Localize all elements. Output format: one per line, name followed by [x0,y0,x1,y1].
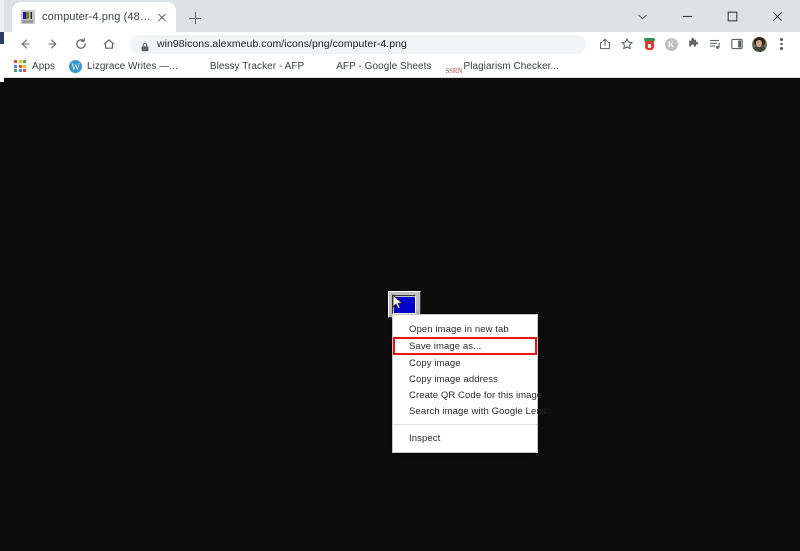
ssrn-icon: SSRN [445,60,462,75]
bookmark-apps[interactable]: Apps [14,60,55,73]
bookmarks-bar: Apps W Lizgrace Writes —... Blessy Track… [4,56,800,78]
context-menu-item-label: Open image in new tab [409,323,509,335]
context-menu-item-label: Search image with Google Lens [409,405,547,417]
context-menu-item-search-with-google-lens[interactable]: Search image with Google Lens [393,403,546,419]
context-menu-item-create-qr-code[interactable]: Create QR Code for this image [393,387,542,403]
bookmark-blessy-tracker[interactable]: Blessy Tracker - AFP [192,60,304,73]
wordpress-icon: W [69,60,82,73]
image-context-menu: Open image in new tab Save image as... C… [392,314,546,453]
share-icon[interactable] [594,33,616,55]
context-menu-item-label: Copy image [409,357,461,369]
close-icon[interactable] [755,0,800,32]
context-menu-item-save-image-as[interactable]: Save image as... [393,337,537,355]
bookmark-label: Plagiarism Checker... [463,61,559,72]
context-menu-separator [393,424,537,425]
chevron-down-icon[interactable] [620,0,665,32]
bookmark-afp-google-sheets[interactable]: AFP - Google Sheets [318,60,431,73]
kami-extension-icon[interactable]: K [660,33,682,55]
extensions-puzzle-icon[interactable] [682,33,704,55]
close-icon[interactable] [154,9,170,25]
google-sheets-icon [192,60,205,73]
reading-list-icon[interactable] [704,33,726,55]
toolbar-right-icons: K [594,33,792,55]
window-controls [620,0,800,32]
home-icon[interactable] [98,33,120,55]
address-bar[interactable]: win98icons.alexmeub.com/icons/png/comput… [130,34,586,54]
bookmark-label: Blessy Tracker - AFP [209,61,305,72]
back-arrow-icon[interactable] [14,33,36,55]
profile-avatar-icon[interactable] [748,33,770,55]
tab-title: computer-4.png (48×48) [42,11,154,23]
context-menu-item-copy-image-address[interactable]: Copy image address [393,371,537,387]
chrome-browser-window: computer-4.png (48×48) win98icons.alexme… [4,0,800,551]
win98-computer-icon [21,10,35,24]
bookmark-label: Lizgrace Writes —... [87,61,178,72]
context-menu-item-label: Copy image address [409,373,498,385]
apps-grid-icon [14,60,27,73]
bookmark-plagiarism-checker[interactable]: SSRN Plagiarism Checker... [445,60,559,75]
chrome-menu-icon[interactable] [770,33,792,55]
context-menu-item-label: Save image as... [409,340,482,352]
bookmark-star-icon[interactable] [616,33,638,55]
tab-strip: computer-4.png (48×48) [4,0,800,32]
maximize-icon[interactable] [710,0,755,32]
bookmark-lizgrace-writes[interactable]: W Lizgrace Writes —... [69,60,178,73]
browser-tab[interactable]: computer-4.png (48×48) [12,2,176,32]
forward-arrow-icon[interactable] [42,33,64,55]
google-sheets-icon [318,60,331,73]
mouse-cursor [392,294,404,311]
side-panel-icon[interactable] [726,33,748,55]
reload-icon[interactable] [70,33,92,55]
context-menu-item-inspect[interactable]: Inspect [393,430,537,446]
minimize-icon[interactable] [665,0,710,32]
bookmark-label: Apps [32,61,55,72]
screenshot-root: computer-4.png (48×48) win98icons.alexme… [0,0,800,551]
ssrn-icon-text: SSRN [445,67,463,75]
context-menu-item-label: Inspect [409,432,441,444]
context-menu-item-label: Create QR Code for this image [409,389,543,401]
kami-letter: K [664,37,678,51]
context-menu-item-open-image-in-new-tab[interactable]: Open image in new tab [393,321,537,337]
avatar [751,36,767,52]
context-menu-item-copy-image[interactable]: Copy image [393,355,537,371]
lock-icon [140,39,150,52]
url-text: win98icons.alexmeub.com/icons/png/comput… [157,38,407,50]
new-tab-button[interactable] [181,4,209,32]
page-viewport: Open image in new tab Save image as... C… [4,78,800,551]
bookmark-label: AFP - Google Sheets [336,61,432,72]
grammarly-extension-icon[interactable] [638,33,660,55]
browser-toolbar: win98icons.alexmeub.com/icons/png/comput… [4,32,800,56]
